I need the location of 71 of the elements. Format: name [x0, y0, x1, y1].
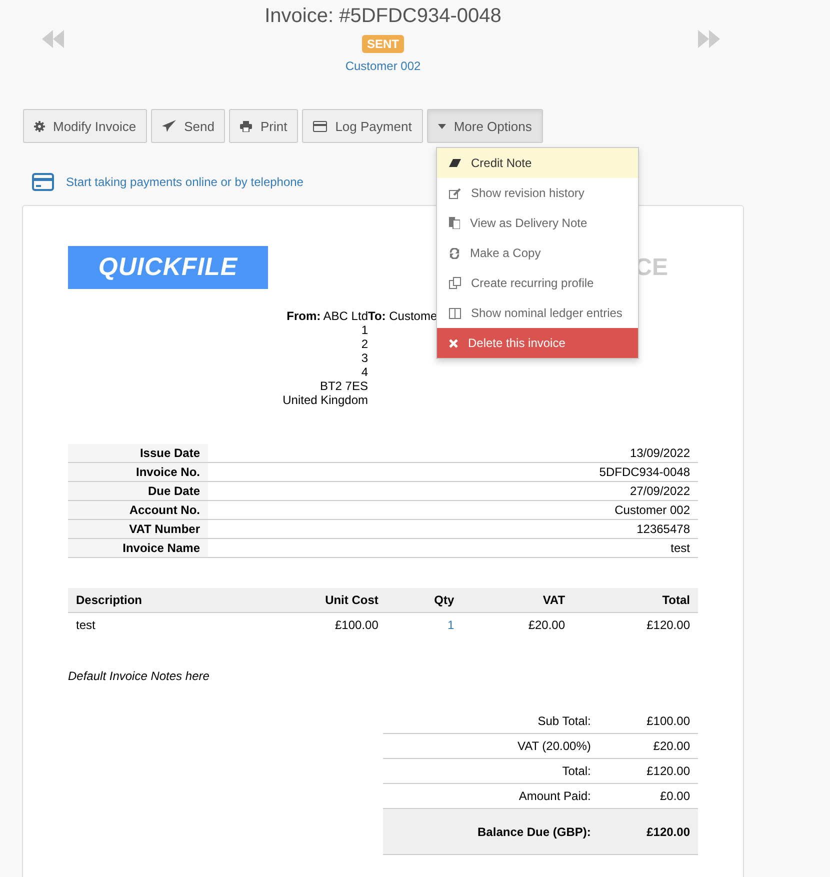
toolbar-button[interactable]: Modify Invoice	[23, 109, 148, 143]
toolbar-button[interactable]: Print	[229, 109, 298, 143]
menu-item[interactable]: Show revision history	[437, 178, 638, 208]
address-line: 2	[361, 337, 368, 351]
total-value: £20.00	[598, 734, 698, 758]
detail-value: 13/09/2022	[208, 444, 698, 462]
address-line: 4	[361, 365, 368, 379]
toolbar-button[interactable]: More Options	[426, 109, 543, 143]
address-line: BT2 7ES	[320, 379, 368, 393]
detail-label: VAT Number	[68, 520, 208, 538]
menu-item[interactable]: Make a Copy	[437, 238, 638, 268]
toolbar-button[interactable]: Send	[151, 109, 226, 143]
detail-value: test	[208, 538, 698, 558]
total-label: Total:	[383, 758, 599, 784]
refresh-icon	[449, 248, 460, 258]
previous-icon[interactable]	[42, 30, 64, 48]
total-value: £120.00	[598, 758, 698, 784]
menu-item[interactable]: View as Delivery Note	[437, 208, 638, 238]
detail-value: Customer 002	[208, 500, 698, 520]
table-cell: £100.00	[240, 612, 386, 637]
paper-plane-icon	[162, 120, 176, 132]
total-value: £100.00	[598, 709, 698, 734]
column-header: VAT	[462, 588, 574, 612]
columns-icon	[449, 308, 461, 318]
logo: QUICKFILE	[68, 246, 268, 289]
address-line: 3	[361, 351, 368, 365]
column-header: Unit Cost	[240, 588, 386, 612]
from-address: From: ABC Ltd	[286, 309, 368, 323]
table-cell: £20.00	[462, 612, 574, 637]
toolbar-button[interactable]: Log Payment	[302, 109, 423, 143]
invoice-notes: Default Invoice Notes here	[68, 669, 210, 683]
to-address: To: Custome	[368, 309, 438, 323]
detail-value: 12365478	[208, 520, 698, 538]
detail-value: 27/09/2022	[208, 482, 698, 500]
total-value: £120.00	[598, 808, 698, 854]
address-line: United Kingdom	[282, 393, 368, 407]
total-label: Balance Due (GBP):	[383, 808, 599, 854]
status-badge: SENT	[362, 35, 404, 53]
total-label: VAT (20.00%)	[383, 734, 599, 758]
detail-label: Account No.	[68, 500, 208, 520]
menu-item[interactable]: Show nominal ledger entries	[437, 298, 638, 328]
gear-icon	[34, 120, 45, 132]
card-icon	[32, 173, 54, 191]
menu-item[interactable]: Create recurring profile	[437, 268, 638, 298]
next-icon[interactable]	[698, 30, 720, 48]
detail-label: Issue Date	[68, 444, 208, 462]
detail-label: Due Date	[68, 482, 208, 500]
table-cell: test	[68, 612, 241, 637]
column-header: Total	[573, 588, 698, 612]
total-label: Sub Total:	[383, 709, 599, 734]
customer-link[interactable]: Customer 002	[345, 59, 421, 74]
menu-item[interactable]: Credit Note	[437, 148, 638, 178]
payment-link[interactable]: Start taking payments online or by telephone	[66, 175, 304, 189]
close-icon	[449, 338, 458, 348]
invoice-title: Invoice: #5DFDC934-0048	[264, 4, 502, 28]
eraser-icon	[449, 159, 461, 167]
detail-value: 5DFDC934-0048	[208, 462, 698, 482]
printer-icon	[240, 120, 252, 132]
column-header: Description	[68, 588, 241, 612]
caret-icon	[438, 124, 446, 128]
detail-label: Invoice No.	[68, 462, 208, 482]
column-header: Qty	[386, 588, 462, 612]
documents-icon	[449, 217, 460, 229]
table-cell: 1	[386, 612, 462, 637]
copy-icon	[449, 277, 461, 289]
table-cell: £120.00	[573, 612, 698, 637]
edit-icon	[449, 188, 461, 198]
menu-item[interactable]: Delete this invoice	[437, 328, 638, 358]
detail-label: Invoice Name	[68, 538, 208, 558]
address-line: 1	[361, 323, 368, 337]
card-icon	[313, 120, 328, 132]
